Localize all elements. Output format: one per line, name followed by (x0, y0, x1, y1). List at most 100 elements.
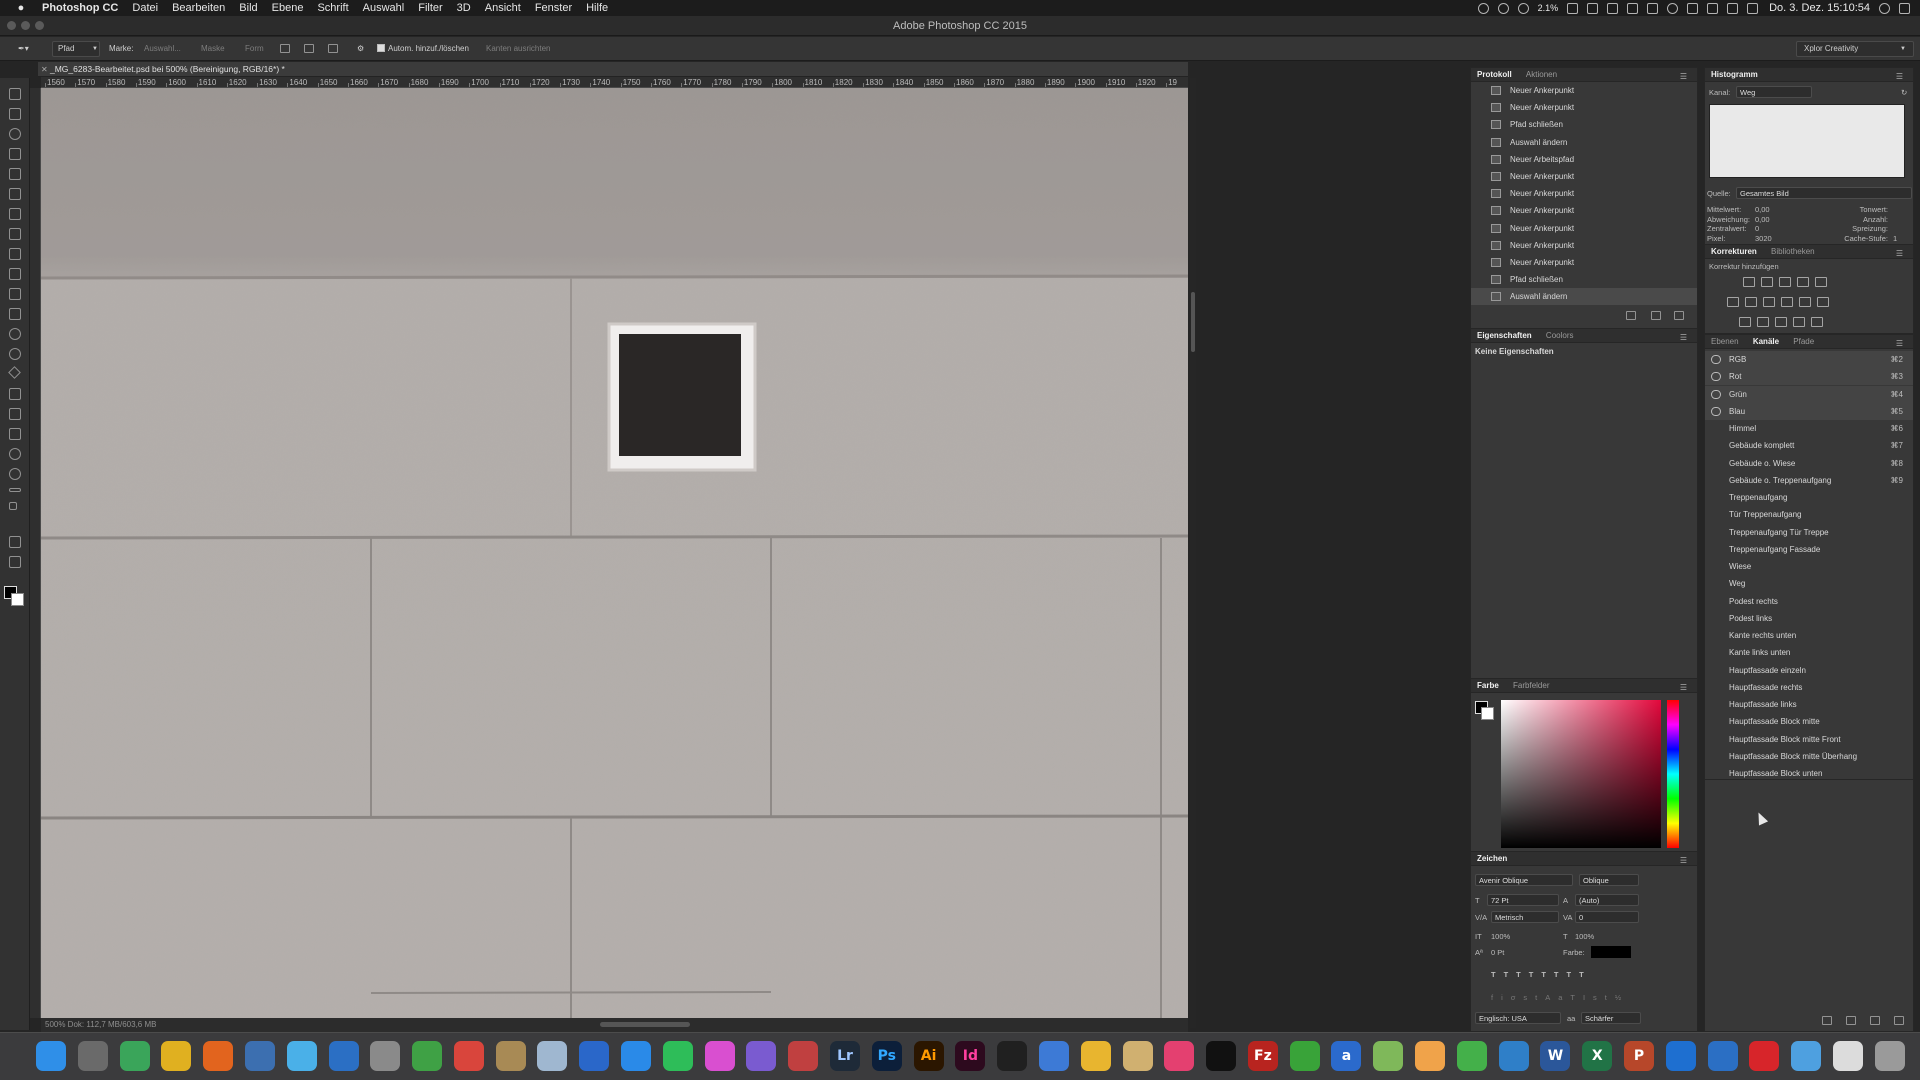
curves-icon[interactable] (1779, 277, 1791, 287)
menu-ansicht[interactable]: Ansicht (485, 2, 521, 14)
hue-saturation-icon[interactable] (1727, 297, 1739, 307)
history-state[interactable]: Pfad schließen (1471, 116, 1697, 133)
align-edges-checkbox[interactable]: Kanten ausrichten (486, 43, 551, 55)
channel-row[interactable]: Rot ⌘3 (1705, 368, 1913, 386)
panel-menu-icon[interactable]: ☰ (1896, 247, 1903, 261)
trash-icon[interactable] (1674, 311, 1684, 320)
dock-appstore-icon[interactable] (621, 1041, 652, 1071)
pen-tool-icon[interactable] (8, 366, 21, 379)
gear-icon[interactable]: ⚙ (357, 43, 364, 55)
channel-row[interactable]: Gebäude o. Treppenaufgang ⌘9 (1705, 472, 1913, 489)
panel-menu-icon[interactable]: ☰ (1680, 681, 1687, 695)
screen-mode-icon[interactable] (9, 556, 21, 568)
opentype-buttons[interactable]: fiσstAaTIst½ (1491, 993, 1629, 1002)
path-selection-tool-icon[interactable] (9, 408, 21, 420)
dock-aperture-icon[interactable] (1122, 1041, 1153, 1071)
horizontal-scrollbar[interactable] (600, 1022, 690, 1027)
color-lookup-icon[interactable] (1817, 297, 1829, 307)
photo-filter-icon[interactable] (1781, 297, 1793, 307)
document-canvas[interactable] (41, 88, 1188, 1018)
eyedropper-tool-icon[interactable] (9, 188, 21, 200)
tab-histogramm[interactable]: Histogramm (1711, 70, 1758, 79)
menu-3d[interactable]: 3D (457, 2, 471, 14)
brightness-icon[interactable] (1743, 277, 1755, 287)
auswahl-button[interactable]: Auswahl... (144, 43, 181, 55)
background-color-swatch[interactable] (11, 593, 24, 606)
auto-add-delete-checkbox[interactable]: Autom. hinzuf./löschen (377, 43, 469, 55)
menu-filter[interactable]: Filter (418, 2, 442, 14)
history-state[interactable]: Neuer Ankerpunkt (1471, 202, 1697, 219)
close-window-button[interactable] (7, 21, 16, 30)
history-state[interactable]: Neuer Ankerpunkt (1471, 237, 1697, 254)
hue-slider[interactable] (1667, 700, 1679, 848)
dock-lightroom-icon[interactable]: Lr (830, 1041, 860, 1071)
dock-tweetbot-icon[interactable] (286, 1041, 317, 1071)
dock-trash-icon[interactable] (1874, 1041, 1905, 1071)
vibrance-icon[interactable] (1815, 277, 1827, 287)
document-tab[interactable]: ✕ _MG_6283-Bearbeitet.psd bei 500% (Bere… (38, 62, 1188, 77)
channel-row[interactable]: Treppenaufgang Fassade (1705, 541, 1913, 558)
dock-keynote2-icon[interactable] (1498, 1041, 1529, 1071)
gradient-tool-icon[interactable] (9, 308, 21, 320)
color-field[interactable] (1501, 700, 1661, 848)
history-state[interactable]: Neuer Ankerpunkt (1471, 168, 1697, 185)
maske-button[interactable]: Maske (201, 43, 225, 55)
dock-numbers-icon[interactable] (1456, 1041, 1487, 1071)
tab-protokoll[interactable]: Protokoll (1477, 70, 1512, 79)
threshold-icon[interactable] (1775, 317, 1787, 327)
cloud-icon[interactable] (1587, 2, 1599, 14)
eye-icon[interactable] (1711, 406, 1721, 416)
history-state[interactable]: Neuer Ankerpunkt (1471, 82, 1697, 99)
menu-hilfe[interactable]: Hilfe (586, 2, 608, 14)
dock-firefox-icon[interactable] (203, 1041, 234, 1071)
channel-row[interactable]: Hauptfassade Block mitte Überhang (1705, 748, 1913, 765)
dock-notes-icon[interactable] (370, 1041, 401, 1071)
faux-style-buttons[interactable]: TTTTTTTT (1491, 970, 1592, 979)
new-channel-icon[interactable] (1870, 1016, 1880, 1025)
rectangle-tool-icon[interactable] (9, 428, 21, 440)
gradient-map-icon[interactable] (1811, 317, 1823, 327)
swap-colors-icon[interactable] (9, 502, 17, 510)
dock-evernote-icon[interactable] (412, 1041, 443, 1071)
more-tools-icon[interactable] (9, 488, 21, 492)
dock-filezilla-icon[interactable]: Fz (1247, 1041, 1278, 1071)
channel-row[interactable]: Blau ⌘5 (1705, 402, 1913, 420)
eye-icon[interactable] (1711, 389, 1721, 399)
menu-ebene[interactable]: Ebene (272, 2, 304, 14)
history-state[interactable]: Pfad schließen (1471, 271, 1697, 288)
channel-row[interactable]: Tür Treppenaufgang (1705, 506, 1913, 523)
battery-icon[interactable] (1747, 2, 1759, 14)
channel-mixer-icon[interactable] (1799, 297, 1811, 307)
channel-row[interactable]: RGB ⌘2 (1705, 351, 1913, 368)
kerning-field[interactable]: Metrisch (1491, 911, 1559, 923)
notification-icon[interactable] (1607, 2, 1619, 14)
dock-thunderbird-icon[interactable] (244, 1041, 275, 1071)
quelle-select[interactable]: Gesamtes Bild (1736, 187, 1912, 199)
history-brush-tool-icon[interactable] (9, 268, 21, 280)
dock-excel-icon[interactable]: X (1582, 1041, 1613, 1071)
channel-row[interactable]: Podest links (1705, 610, 1913, 627)
display-icon[interactable] (1647, 2, 1659, 14)
load-channel-selection-icon[interactable] (1822, 1016, 1832, 1025)
channel-row[interactable]: Weg (1705, 575, 1913, 592)
history-state[interactable]: Neuer Arbeitspfad (1471, 151, 1697, 168)
levels-icon[interactable] (1761, 277, 1773, 287)
tab-korrekturen[interactable]: Korrekturen (1711, 247, 1757, 256)
bluetooth-icon[interactable] (1707, 2, 1719, 14)
dock-1password2-icon[interactable] (1707, 1041, 1738, 1071)
color-balance-icon[interactable] (1745, 297, 1757, 307)
antialias-select[interactable]: Schärfer (1581, 1012, 1641, 1024)
dock-internet-icon[interactable] (579, 1041, 610, 1071)
invert-icon[interactable] (1739, 317, 1751, 327)
history-state[interactable]: Neuer Ankerpunkt (1471, 254, 1697, 271)
dock-launchpad-icon[interactable] (77, 1041, 108, 1071)
eye-icon[interactable] (1711, 355, 1721, 364)
channel-row[interactable]: Treppenaufgang Tür Treppe (1705, 524, 1913, 541)
channel-row[interactable]: Gebäude o. Wiese ⌘8 (1705, 455, 1913, 472)
form-button[interactable]: Form (245, 43, 264, 55)
move-tool-icon[interactable] (9, 88, 21, 100)
scroll-thumb[interactable] (1191, 292, 1195, 352)
trash-icon[interactable] (1894, 1016, 1904, 1025)
path-operations-icon[interactable] (280, 44, 290, 53)
dock-ie-icon[interactable] (1665, 1041, 1696, 1071)
